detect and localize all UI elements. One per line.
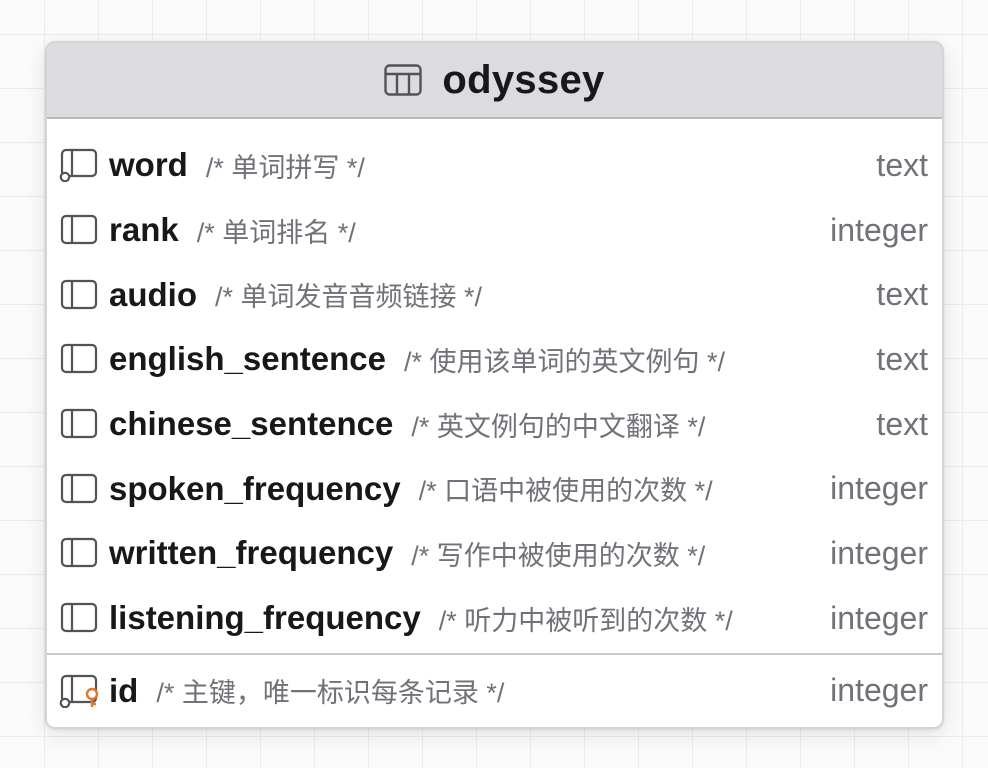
column-row[interactable]: chinese_sentence /* 英文例句的中文翻译 */ text bbox=[47, 392, 942, 457]
column-name: written_frequency bbox=[109, 534, 394, 572]
primary-key-row[interactable]: id /* 主键，唯一标识每条记录 */ integer bbox=[47, 655, 942, 727]
column-comment: /* 使用该单词的英文例句 */ bbox=[403, 346, 725, 377]
column-name: rank bbox=[109, 211, 179, 249]
column-icon bbox=[60, 279, 98, 309]
column-name: spoken_frequency bbox=[109, 469, 401, 507]
column-list: word /* 单词拼写 */ text rank /* 单词排名 */ int… bbox=[47, 119, 942, 651]
column-row[interactable]: rank /* 单词排名 */ integer bbox=[47, 198, 942, 263]
table-icon bbox=[384, 64, 423, 96]
table-title: odyssey bbox=[442, 57, 605, 102]
column-icon bbox=[60, 344, 98, 374]
column-comment: /* 写作中被使用的次数 */ bbox=[411, 540, 706, 571]
column-comment: /* 听力中被听到的次数 */ bbox=[438, 605, 733, 636]
column-type: integer bbox=[830, 470, 928, 507]
column-comment: /* 单词排名 */ bbox=[196, 217, 356, 248]
column-row[interactable]: audio /* 单词发音音频链接 */ text bbox=[47, 262, 942, 327]
column-type: text bbox=[876, 340, 928, 377]
column-type: integer bbox=[830, 534, 928, 571]
column-row[interactable]: word /* 单词拼写 */ text bbox=[47, 133, 942, 198]
column-name: listening_frequency bbox=[109, 599, 421, 637]
column-unique-icon bbox=[59, 149, 98, 183]
column-icon bbox=[60, 603, 98, 633]
column-type: integer bbox=[830, 672, 928, 708]
column-name: chinese_sentence bbox=[109, 405, 394, 443]
primary-key-section: id /* 主键，唯一标识每条记录 */ integer bbox=[47, 655, 942, 727]
column-type: text bbox=[876, 276, 928, 313]
column-icon bbox=[60, 538, 98, 568]
column-comment: /* 单词发音音频链接 */ bbox=[215, 282, 483, 313]
column-name: english_sentence bbox=[109, 340, 386, 378]
table-header[interactable]: odyssey bbox=[47, 43, 942, 119]
column-name: word bbox=[109, 146, 188, 184]
column-comment: /* 单词拼写 */ bbox=[205, 152, 365, 183]
table-node[interactable]: odyssey word /* 单词拼写 */ text rank /* 单词排… bbox=[45, 41, 944, 729]
column-row[interactable]: written_frequency /* 写作中被使用的次数 */ intege… bbox=[47, 521, 942, 586]
column-row[interactable]: listening_frequency /* 听力中被听到的次数 */ inte… bbox=[47, 586, 942, 651]
column-comment: /* 口语中被使用的次数 */ bbox=[418, 476, 713, 507]
column-icon bbox=[60, 473, 98, 503]
primary-key-column-icon bbox=[59, 674, 99, 708]
column-row[interactable]: english_sentence /* 使用该单词的英文例句 */ text bbox=[47, 327, 942, 392]
column-icon bbox=[60, 214, 98, 245]
column-comment: /* 主键，唯一标识每条记录 */ bbox=[156, 678, 505, 708]
column-name: id bbox=[109, 671, 139, 709]
column-type: integer bbox=[830, 599, 928, 636]
column-row[interactable]: spoken_frequency /* 口语中被使用的次数 */ integer bbox=[47, 456, 942, 521]
column-name: audio bbox=[109, 275, 197, 313]
diagram-canvas[interactable]: odyssey word /* 单词拼写 */ text rank /* 单词排… bbox=[0, 0, 988, 768]
column-icon bbox=[60, 408, 98, 439]
column-comment: /* 英文例句的中文翻译 */ bbox=[411, 411, 706, 442]
column-type: text bbox=[876, 146, 928, 183]
column-type: integer bbox=[830, 211, 928, 248]
column-type: text bbox=[876, 405, 928, 442]
